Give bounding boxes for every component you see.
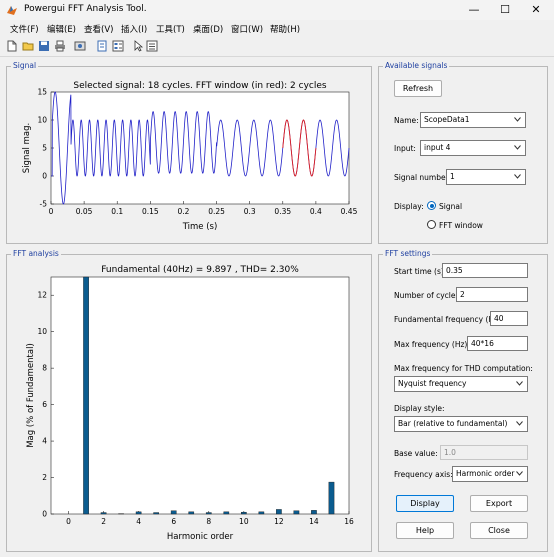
fft-window-radio-label: FFT window xyxy=(439,221,483,230)
pointer-icon[interactable] xyxy=(132,40,144,52)
fft-window-radio[interactable] xyxy=(427,220,436,229)
start-time-label: Start time (s): xyxy=(394,267,447,276)
thd-frequency-dropdown[interactable]: Nyquist frequency xyxy=(394,376,528,392)
minimize-button[interactable]: — xyxy=(458,0,490,20)
display-label: Display: xyxy=(394,202,424,211)
menu-file[interactable]: 文件(F) xyxy=(10,23,39,35)
menu-desktop[interactable]: 桌面(D) xyxy=(193,23,223,35)
fft-analysis-title: FFT analysis xyxy=(11,249,61,258)
print-icon[interactable] xyxy=(54,40,66,52)
chevron-down-icon xyxy=(514,174,521,179)
edit-plot-icon[interactable] xyxy=(146,40,158,52)
signal-number-value: 1 xyxy=(450,172,455,181)
chevron-down-icon xyxy=(514,117,521,122)
menu-help[interactable]: 帮助(H) xyxy=(270,23,300,35)
thd-frequency-label: Max frequency for THD computation: xyxy=(394,364,533,373)
chevron-down-icon xyxy=(516,421,523,426)
refresh-button[interactable]: Refresh xyxy=(394,80,442,97)
input-dropdown[interactable]: input 4 xyxy=(420,140,526,156)
menu-window[interactable]: 窗口(W) xyxy=(231,23,263,35)
cycles-label: Number of cycles: xyxy=(394,291,462,300)
fft-settings-title: FFT settings xyxy=(383,249,433,258)
fundamental-frequency-label: Fundamental frequency (Hz): xyxy=(394,315,504,324)
menu-edit[interactable]: 编辑(E) xyxy=(47,23,76,35)
menu-tools[interactable]: 工具(T) xyxy=(156,23,185,35)
property-editor-icon[interactable] xyxy=(112,40,124,52)
help-button[interactable]: Help xyxy=(396,522,454,539)
menu-insert[interactable]: 插入(I) xyxy=(121,23,147,35)
signal-radio-label: Signal xyxy=(439,202,463,211)
input-dropdown-value: input 4 xyxy=(424,143,451,152)
display-button[interactable]: Display xyxy=(396,495,454,512)
signal-radio[interactable] xyxy=(427,201,436,210)
menu-bar: 文件(F) 编辑(E) 查看(V) 插入(I) 工具(T) 桌面(D) 窗口(W… xyxy=(0,20,554,37)
input-label: Input: xyxy=(394,144,416,153)
signal-number-label: Signal number: xyxy=(394,173,452,182)
available-signals-title: Available signals xyxy=(383,61,450,70)
chevron-down-icon xyxy=(516,471,523,476)
open-folder-icon[interactable] xyxy=(22,40,34,52)
frequency-axis-label: Frequency axis: xyxy=(394,470,453,479)
base-value-input: 1.0 xyxy=(440,445,528,460)
base-value-label: Base value: xyxy=(394,449,438,458)
display-style-dropdown[interactable]: Bar (relative to fundamental) xyxy=(394,416,528,432)
name-dropdown-value: ScopeData1 xyxy=(424,115,470,124)
name-label: Name: xyxy=(394,116,419,125)
frequency-axis-dropdown[interactable]: Harmonic order xyxy=(452,466,528,482)
frequency-axis-value: Harmonic order xyxy=(456,469,515,478)
menu-view[interactable]: 查看(V) xyxy=(84,23,113,35)
signal-number-dropdown[interactable]: 1 xyxy=(446,169,526,185)
thd-frequency-value: Nyquist frequency xyxy=(398,379,467,388)
max-frequency-input[interactable]: 40*16 xyxy=(467,336,528,351)
chevron-down-icon xyxy=(516,381,523,386)
link-plot-icon[interactable] xyxy=(96,40,108,52)
title-bar: Powergui FFT Analysis Tool. — ☐ ✕ xyxy=(0,0,554,20)
fundamental-frequency-input[interactable]: 40 xyxy=(490,311,528,326)
maximize-button[interactable]: ☐ xyxy=(489,0,521,20)
save-icon[interactable] xyxy=(38,40,50,52)
chevron-down-icon xyxy=(514,145,521,150)
signal-panel-title: Signal xyxy=(11,61,39,70)
close-button[interactable]: Close xyxy=(470,522,528,539)
toolbar xyxy=(0,37,554,57)
display-style-value: Bar (relative to fundamental) xyxy=(398,419,508,428)
cycles-input[interactable]: 2 xyxy=(456,287,528,302)
start-time-input[interactable]: 0.35 xyxy=(442,263,528,278)
max-frequency-label: Max frequency (Hz): xyxy=(394,340,470,349)
close-window-button[interactable]: ✕ xyxy=(520,0,552,20)
display-style-label: Display style: xyxy=(394,404,445,413)
new-file-icon[interactable] xyxy=(6,40,18,52)
export-button[interactable]: Export xyxy=(470,495,528,512)
fft-analysis-panel: FFT analysis xyxy=(6,249,372,552)
signal-panel: Signal xyxy=(6,61,372,244)
name-dropdown[interactable]: ScopeData1 xyxy=(420,112,526,128)
window-title: Powergui FFT Analysis Tool. xyxy=(24,4,147,14)
matlab-app-icon xyxy=(7,6,17,15)
print-preview-icon[interactable] xyxy=(74,40,86,52)
